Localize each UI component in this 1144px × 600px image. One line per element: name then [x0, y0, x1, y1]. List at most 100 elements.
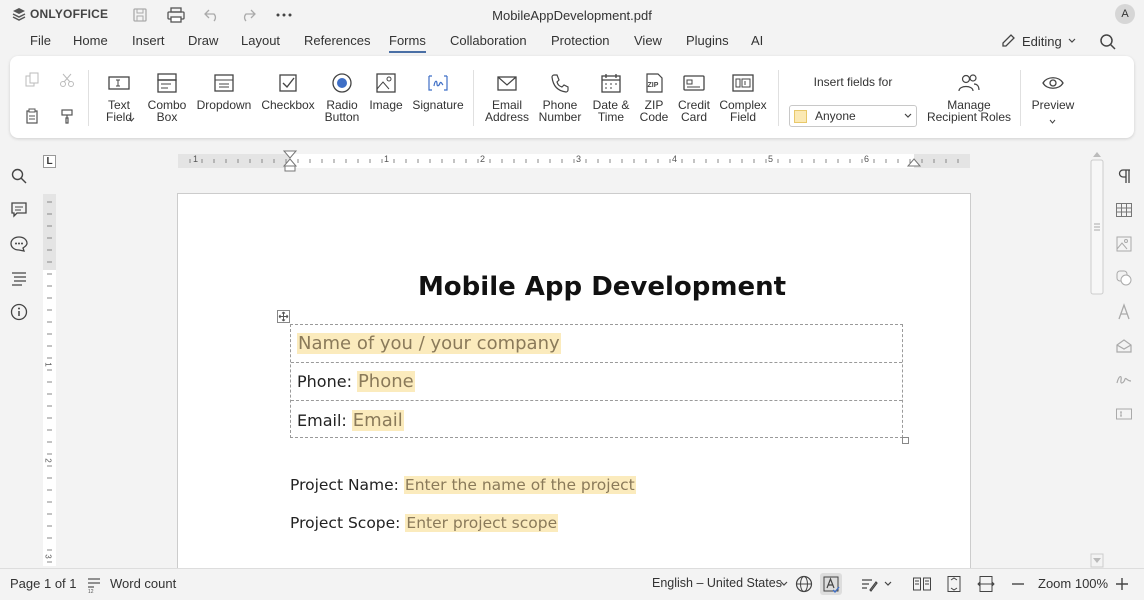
tab-plugins[interactable]: Plugins — [686, 33, 729, 53]
print-icon[interactable] — [166, 6, 186, 24]
paragraph-settings-icon[interactable] — [1115, 167, 1133, 185]
credit-card-button[interactable]: Credit Card — [675, 72, 713, 123]
checkbox-button[interactable]: Checkbox — [261, 72, 315, 112]
radio-button-button[interactable]: Radio Button — [321, 72, 363, 123]
tab-draw[interactable]: Draw — [188, 33, 218, 53]
phone-number-label: Phone Number — [538, 98, 582, 124]
email-form-field[interactable]: Email — [351, 409, 404, 431]
editing-mode-button[interactable]: Editing — [1000, 33, 1076, 49]
ribbon-separator — [88, 70, 89, 126]
project-scope-form-field[interactable]: Enter project scope — [405, 514, 559, 532]
recipient-color-swatch — [794, 109, 807, 123]
pencil-icon — [1002, 34, 1015, 47]
table-settings-icon[interactable] — [1115, 201, 1133, 219]
ruler-number: 1 — [43, 362, 53, 367]
tab-home[interactable]: Home — [73, 33, 108, 53]
tab-layout[interactable]: Layout — [241, 33, 280, 53]
checkbox-label: Checkbox — [261, 98, 315, 112]
chevron-down-icon[interactable] — [1049, 119, 1056, 124]
signature-button[interactable]: Signature — [410, 72, 466, 111]
name-form-field[interactable]: Name of you / your company — [297, 333, 561, 354]
language-label[interactable]: English – United States — [652, 576, 782, 590]
chevron-down-icon — [1068, 38, 1076, 43]
tab-protection[interactable]: Protection — [551, 33, 610, 53]
svg-text:12: 12 — [88, 589, 94, 593]
comments-icon[interactable] — [10, 201, 30, 221]
fit-page-icon[interactable] — [945, 575, 963, 593]
dropdown-button[interactable]: Dropdown — [196, 72, 252, 111]
phone-form-field[interactable]: Phone — [356, 371, 415, 392]
indent-marker[interactable] — [283, 150, 297, 172]
format-painter-icon[interactable] — [59, 108, 75, 124]
phone-number-button[interactable]: Phone Number — [537, 72, 583, 123]
form-settings-icon[interactable] — [1115, 405, 1133, 423]
search-icon[interactable] — [10, 167, 30, 187]
date-time-label: Date & Time — [592, 98, 630, 124]
ruler-number: 1 — [193, 154, 199, 164]
zip-code-button[interactable]: ZIP ZIP Code — [636, 72, 672, 123]
preview-button[interactable]: Preview — [1030, 72, 1076, 111]
shape-settings-icon[interactable] — [1115, 269, 1133, 287]
text-field-button[interactable]: Text Field — [100, 72, 138, 123]
project-name-form-field[interactable]: Enter the name of the project — [403, 476, 636, 494]
email-label: Email: — [297, 410, 347, 430]
mail-merge-icon[interactable] — [1115, 337, 1133, 355]
zoom-out-icon[interactable] — [1009, 575, 1027, 593]
email-address-button[interactable]: Email Address — [484, 72, 530, 123]
tab-collaboration[interactable]: Collaboration — [450, 33, 527, 53]
manage-recipient-roles-button[interactable]: Manage Recipient Roles — [926, 72, 1012, 123]
chat-icon[interactable] — [10, 235, 30, 255]
tab-references[interactable]: References — [304, 33, 370, 53]
chevron-down-icon[interactable] — [884, 581, 892, 587]
combo-box-button[interactable]: Combo Box — [146, 72, 188, 123]
combo-box-icon — [157, 73, 177, 93]
cut-icon[interactable] — [59, 72, 75, 88]
date-time-button[interactable]: Date & Time — [590, 72, 632, 123]
tab-ai[interactable]: AI — [751, 33, 763, 53]
ruler-number: 5 — [768, 154, 774, 164]
ruler-number: 3 — [43, 554, 53, 559]
chevron-down-icon[interactable] — [128, 117, 135, 122]
zoom-level[interactable]: Zoom 100% — [1038, 576, 1108, 591]
undo-icon[interactable] — [202, 6, 222, 24]
project-scope-label: Project Scope: — [290, 514, 401, 532]
vertical-scrollbar[interactable] — [1090, 148, 1104, 568]
table-resize-handle[interactable] — [902, 437, 909, 444]
credit-card-icon — [683, 75, 705, 91]
more-icon[interactable] — [274, 6, 294, 24]
zoom-in-icon[interactable] — [1113, 575, 1131, 593]
complex-field-button[interactable]: Complex Field — [718, 72, 768, 123]
navigation-icon[interactable] — [10, 269, 30, 289]
table-move-handle[interactable] — [277, 310, 290, 323]
page-indicator[interactable]: Page 1 of 1 — [10, 576, 77, 591]
image-settings-icon[interactable] — [1115, 235, 1133, 253]
image-button[interactable]: Image — [368, 72, 404, 111]
track-changes-icon[interactable] — [860, 575, 878, 593]
signature-settings-icon[interactable] — [1115, 371, 1133, 389]
fit-width-icon[interactable] — [977, 575, 995, 593]
text-art-icon[interactable] — [1115, 303, 1133, 321]
avatar[interactable]: A — [1115, 4, 1135, 24]
recipient-select[interactable]: Anyone — [789, 105, 917, 127]
paste-icon[interactable] — [24, 108, 40, 124]
globe-icon[interactable] — [795, 575, 813, 593]
word-count-label[interactable]: Word count — [110, 576, 176, 591]
tab-view[interactable]: View — [634, 33, 662, 53]
zip-icon: ZIP — [646, 73, 663, 93]
tab-file[interactable]: File — [30, 33, 51, 53]
image-icon — [376, 73, 396, 93]
right-indent-marker[interactable] — [907, 158, 921, 168]
multi-page-view-icon[interactable] — [912, 575, 931, 593]
redo-icon[interactable] — [238, 6, 258, 24]
info-icon[interactable] — [10, 303, 30, 323]
tab-forms[interactable]: Forms — [389, 33, 426, 53]
spell-check-button[interactable] — [820, 573, 842, 595]
save-icon[interactable] — [130, 6, 150, 24]
copy-icon[interactable] — [24, 72, 40, 88]
email-icon — [497, 76, 517, 91]
chevron-down-icon[interactable] — [780, 581, 788, 587]
search-icon[interactable] — [1099, 33, 1117, 51]
tab-insert[interactable]: Insert — [132, 33, 165, 53]
dropdown-label: Dropdown — [196, 98, 252, 112]
tab-stop-selector[interactable]: L — [43, 155, 56, 168]
